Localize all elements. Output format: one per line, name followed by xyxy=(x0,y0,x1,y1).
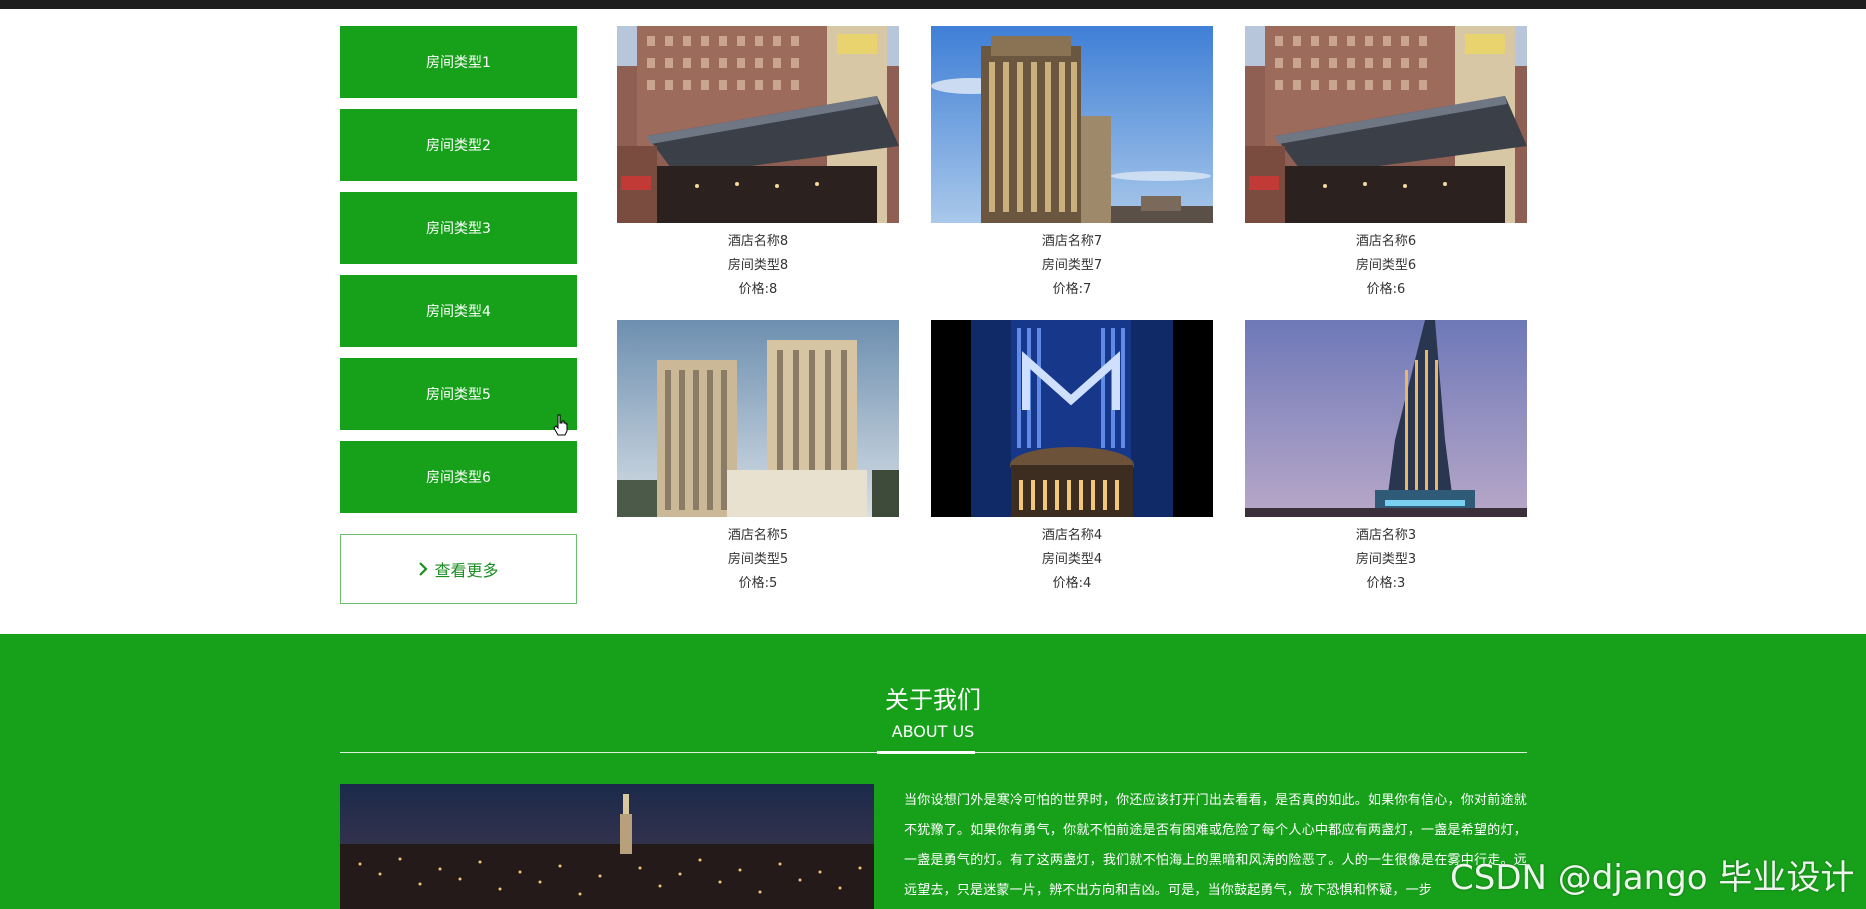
top-dark-bar xyxy=(0,0,1866,9)
watermark: CSDN @django 毕业设计 xyxy=(1450,858,1855,898)
hotel-name: 酒店名称7 xyxy=(1041,234,1103,249)
sidebar-item-room-type-3[interactable]: 房间类型3 xyxy=(340,192,577,264)
hotel-photo[interactable] xyxy=(1245,26,1527,223)
sidebar-item-label: 房间类型3 xyxy=(426,221,491,237)
hotel-card[interactable]: 酒店名称3 房间类型3 价格:3 xyxy=(1245,320,1527,596)
hotel-photo[interactable] xyxy=(1245,320,1527,517)
about-subtitle: ABOUT US xyxy=(891,722,975,741)
hotel-name: 酒店名称4 xyxy=(1041,528,1103,543)
hotel-name: 酒店名称6 xyxy=(1355,234,1417,249)
hotel-room-type: 房间类型8 xyxy=(727,258,789,273)
sidebar-item-label: 房间类型2 xyxy=(426,138,491,154)
hotel-photo[interactable] xyxy=(931,26,1213,223)
sidebar-item-label: 房间类型1 xyxy=(426,55,491,71)
hotel-price: 价格:8 xyxy=(738,282,778,297)
hotel-photo[interactable] xyxy=(931,320,1213,517)
hotel-price: 价格:7 xyxy=(1052,282,1092,297)
hotel-card[interactable]: 酒店名称7 房间类型7 价格:7 xyxy=(931,26,1213,302)
view-more-label: 查看更多 xyxy=(434,561,499,580)
hotel-room-type: 房间类型3 xyxy=(1355,552,1417,567)
about-title: 关于我们 xyxy=(885,686,981,714)
hotel-photo[interactable] xyxy=(617,26,899,223)
sidebar-item-label: 房间类型5 xyxy=(426,387,491,403)
chevron-right-icon xyxy=(419,562,429,576)
sidebar-item-room-type-2[interactable]: 房间类型2 xyxy=(340,109,577,181)
hotel-photo[interactable] xyxy=(617,320,899,517)
hotel-card[interactable]: 酒店名称5 房间类型5 价格:5 xyxy=(617,320,899,596)
hotel-card[interactable]: 酒店名称8 房间类型8 价格:8 xyxy=(617,26,899,302)
hand-cursor-icon xyxy=(553,414,568,436)
about-text: 当你设想门外是寒冷可怕的世界时，你还应该打开门出去看看，是否真的如此。如果你有信… xyxy=(904,793,1527,898)
hotel-price: 价格:6 xyxy=(1366,282,1406,297)
hotel-room-type: 房间类型4 xyxy=(1041,552,1103,567)
hotel-card[interactable]: 酒店名称6 房间类型6 价格:6 xyxy=(1245,26,1527,302)
hotel-card[interactable]: 酒店名称4 房间类型4 价格:4 xyxy=(931,320,1213,596)
sidebar-item-room-type-6[interactable]: 房间类型6 xyxy=(340,441,577,513)
hotel-name: 酒店名称8 xyxy=(727,234,789,249)
hotel-room-type: 房间类型5 xyxy=(727,552,789,567)
hotel-room-type: 房间类型6 xyxy=(1355,258,1417,273)
about-divider-accent xyxy=(877,751,975,754)
hotel-name: 酒店名称5 xyxy=(727,528,789,543)
hotel-room-type: 房间类型7 xyxy=(1041,258,1103,273)
hotel-price: 价格:4 xyxy=(1052,576,1092,591)
hotel-price: 价格:5 xyxy=(738,576,778,591)
sidebar-item-label: 房间类型6 xyxy=(426,470,491,486)
hotel-price: 价格:3 xyxy=(1366,576,1406,591)
about-image xyxy=(340,784,874,909)
sidebar-item-room-type-4[interactable]: 房间类型4 xyxy=(340,275,577,347)
sidebar-item-label: 房间类型4 xyxy=(426,304,491,320)
view-more-button[interactable]: 查看更多 xyxy=(340,534,577,604)
room-type-sidebar: 房间类型1 房间类型2 房间类型3 房间类型4 房间类型5 房间类型6 xyxy=(340,26,577,524)
sidebar-item-room-type-5[interactable]: 房间类型5 xyxy=(340,358,577,430)
hotel-name: 酒店名称3 xyxy=(1355,528,1417,543)
sidebar-item-room-type-1[interactable]: 房间类型1 xyxy=(340,26,577,98)
